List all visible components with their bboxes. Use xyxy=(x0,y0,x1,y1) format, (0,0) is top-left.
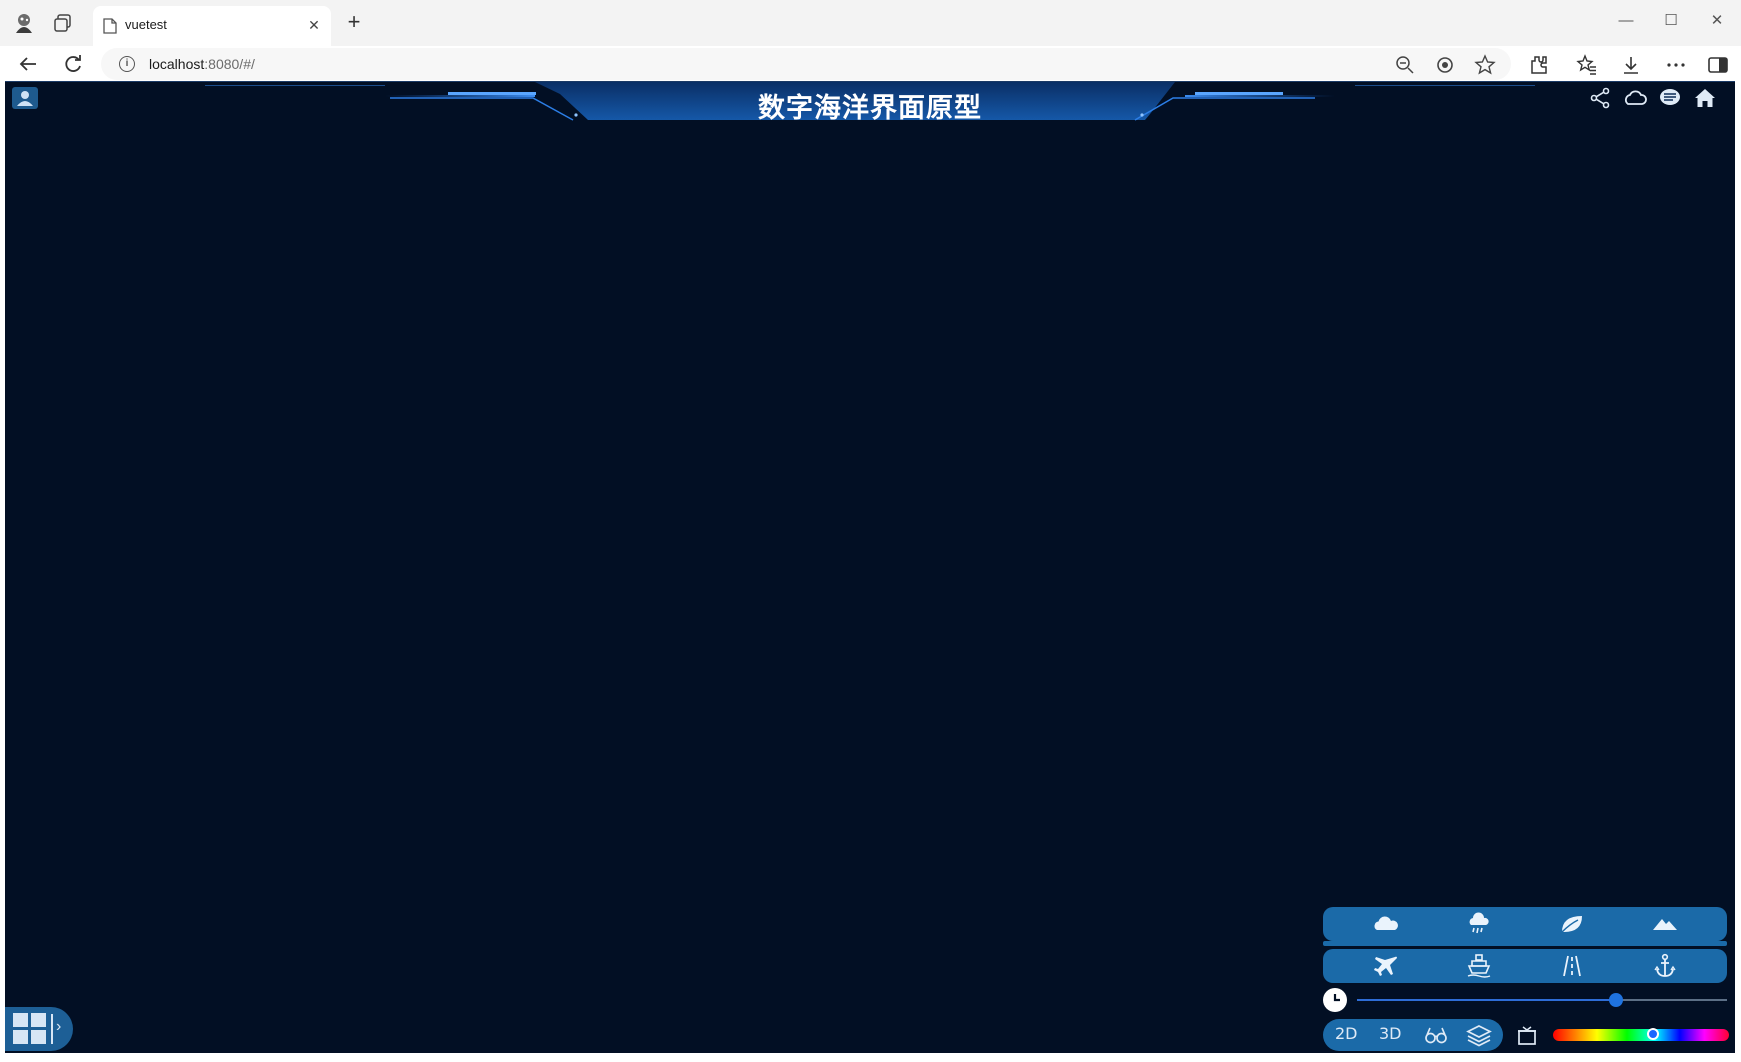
launcher-divider xyxy=(51,1014,53,1044)
favorites-icon[interactable] xyxy=(1575,53,1599,77)
ship-icon xyxy=(1467,954,1491,978)
ship-layer-button[interactable] xyxy=(1459,952,1499,980)
minimize-button[interactable]: — xyxy=(1611,8,1641,34)
road-layer-button[interactable] xyxy=(1552,952,1592,980)
favorite-star-icon[interactable] xyxy=(1474,54,1496,76)
sidebar-toggle-icon[interactable] xyxy=(1706,53,1730,77)
mode-3d-button[interactable]: 3D xyxy=(1379,1024,1402,1043)
browser-tab-bar: vuetest ✕ + — ☐ ✕ xyxy=(0,0,1741,46)
close-window-button[interactable]: ✕ xyxy=(1702,8,1732,34)
mountain-icon xyxy=(1653,919,1677,930)
flight-layer-button[interactable] xyxy=(1366,952,1406,980)
browser-tab[interactable]: vuetest ✕ xyxy=(93,6,331,46)
app-launcher-button[interactable]: › xyxy=(5,1007,73,1051)
traffic-layer-toolbar xyxy=(1323,949,1727,983)
cloud-layer-button[interactable] xyxy=(1366,910,1406,938)
leaf-icon xyxy=(1561,916,1582,933)
clock-hands xyxy=(1333,994,1340,1002)
grid-icon xyxy=(13,1013,47,1045)
airplane-icon xyxy=(1374,956,1397,976)
user-icon xyxy=(17,91,33,106)
cloud-icon xyxy=(1374,916,1398,930)
port-layer-button[interactable] xyxy=(1645,952,1685,980)
page-title: 数字海洋界面原型 xyxy=(758,93,982,124)
time-slider[interactable] xyxy=(1357,993,1727,1007)
tab-actions-icon[interactable] xyxy=(52,12,74,34)
cloud-icon[interactable] xyxy=(1623,86,1647,110)
zoom-out-icon[interactable] xyxy=(1394,54,1416,76)
app-viewport[interactable]: 数字海洋界面原型 › 2D 3D xyxy=(5,81,1735,1053)
colorbar-toggle-icon[interactable] xyxy=(1516,1023,1538,1047)
anchor-icon xyxy=(1654,953,1676,977)
url-host: localhost xyxy=(149,56,205,72)
weather-layer-toolbar xyxy=(1323,907,1727,941)
layers-icon[interactable] xyxy=(1466,1023,1492,1047)
glasses-icon[interactable] xyxy=(1423,1023,1449,1047)
extensions-icon[interactable] xyxy=(1527,53,1551,77)
rain-icon xyxy=(1469,912,1489,934)
reload-icon xyxy=(65,55,81,72)
chevron-right-icon: › xyxy=(56,1018,62,1035)
back-arrow-icon xyxy=(19,57,36,71)
document-icon xyxy=(103,18,117,34)
rain-layer-button[interactable] xyxy=(1459,910,1499,938)
read-aloud-icon[interactable] xyxy=(1434,54,1456,76)
colorbar-slider[interactable] xyxy=(1553,1028,1729,1041)
tab-title: vuetest xyxy=(125,17,167,32)
user-button[interactable] xyxy=(12,87,38,109)
road-icon xyxy=(1563,955,1581,977)
toolbar-divider xyxy=(1323,941,1727,946)
site-info-icon[interactable]: i xyxy=(119,56,135,72)
new-tab-button[interactable]: + xyxy=(342,11,366,35)
share-icon[interactable] xyxy=(1588,86,1612,110)
home-icon[interactable] xyxy=(1693,86,1717,110)
vegetation-layer-button[interactable] xyxy=(1552,910,1592,938)
url-path: :8080/#/ xyxy=(204,56,255,72)
terrain-layer-button[interactable] xyxy=(1645,910,1685,938)
url-field[interactable]: i localhost:8080/#/ xyxy=(101,48,1511,80)
mode-2d-button[interactable]: 2D xyxy=(1335,1024,1358,1043)
back-button[interactable] xyxy=(14,50,42,78)
more-menu-icon[interactable] xyxy=(1664,53,1688,77)
clock-icon[interactable] xyxy=(1323,988,1347,1012)
tab-close-button[interactable]: ✕ xyxy=(305,16,323,34)
reload-button[interactable] xyxy=(59,50,87,78)
time-slider-handle[interactable] xyxy=(1609,993,1623,1007)
address-bar: i localhost:8080/#/ xyxy=(0,46,1741,82)
chat-icon[interactable] xyxy=(1658,86,1682,110)
colorbar-handle[interactable] xyxy=(1647,1028,1660,1040)
time-slider-fill xyxy=(1357,999,1616,1001)
maximize-button[interactable]: ☐ xyxy=(1656,8,1686,34)
url-text: localhost:8080/#/ xyxy=(149,56,255,72)
view-mode-toolbar: 2D 3D xyxy=(1323,1019,1503,1051)
profile-icon[interactable] xyxy=(12,11,36,35)
download-icon[interactable] xyxy=(1619,53,1643,77)
